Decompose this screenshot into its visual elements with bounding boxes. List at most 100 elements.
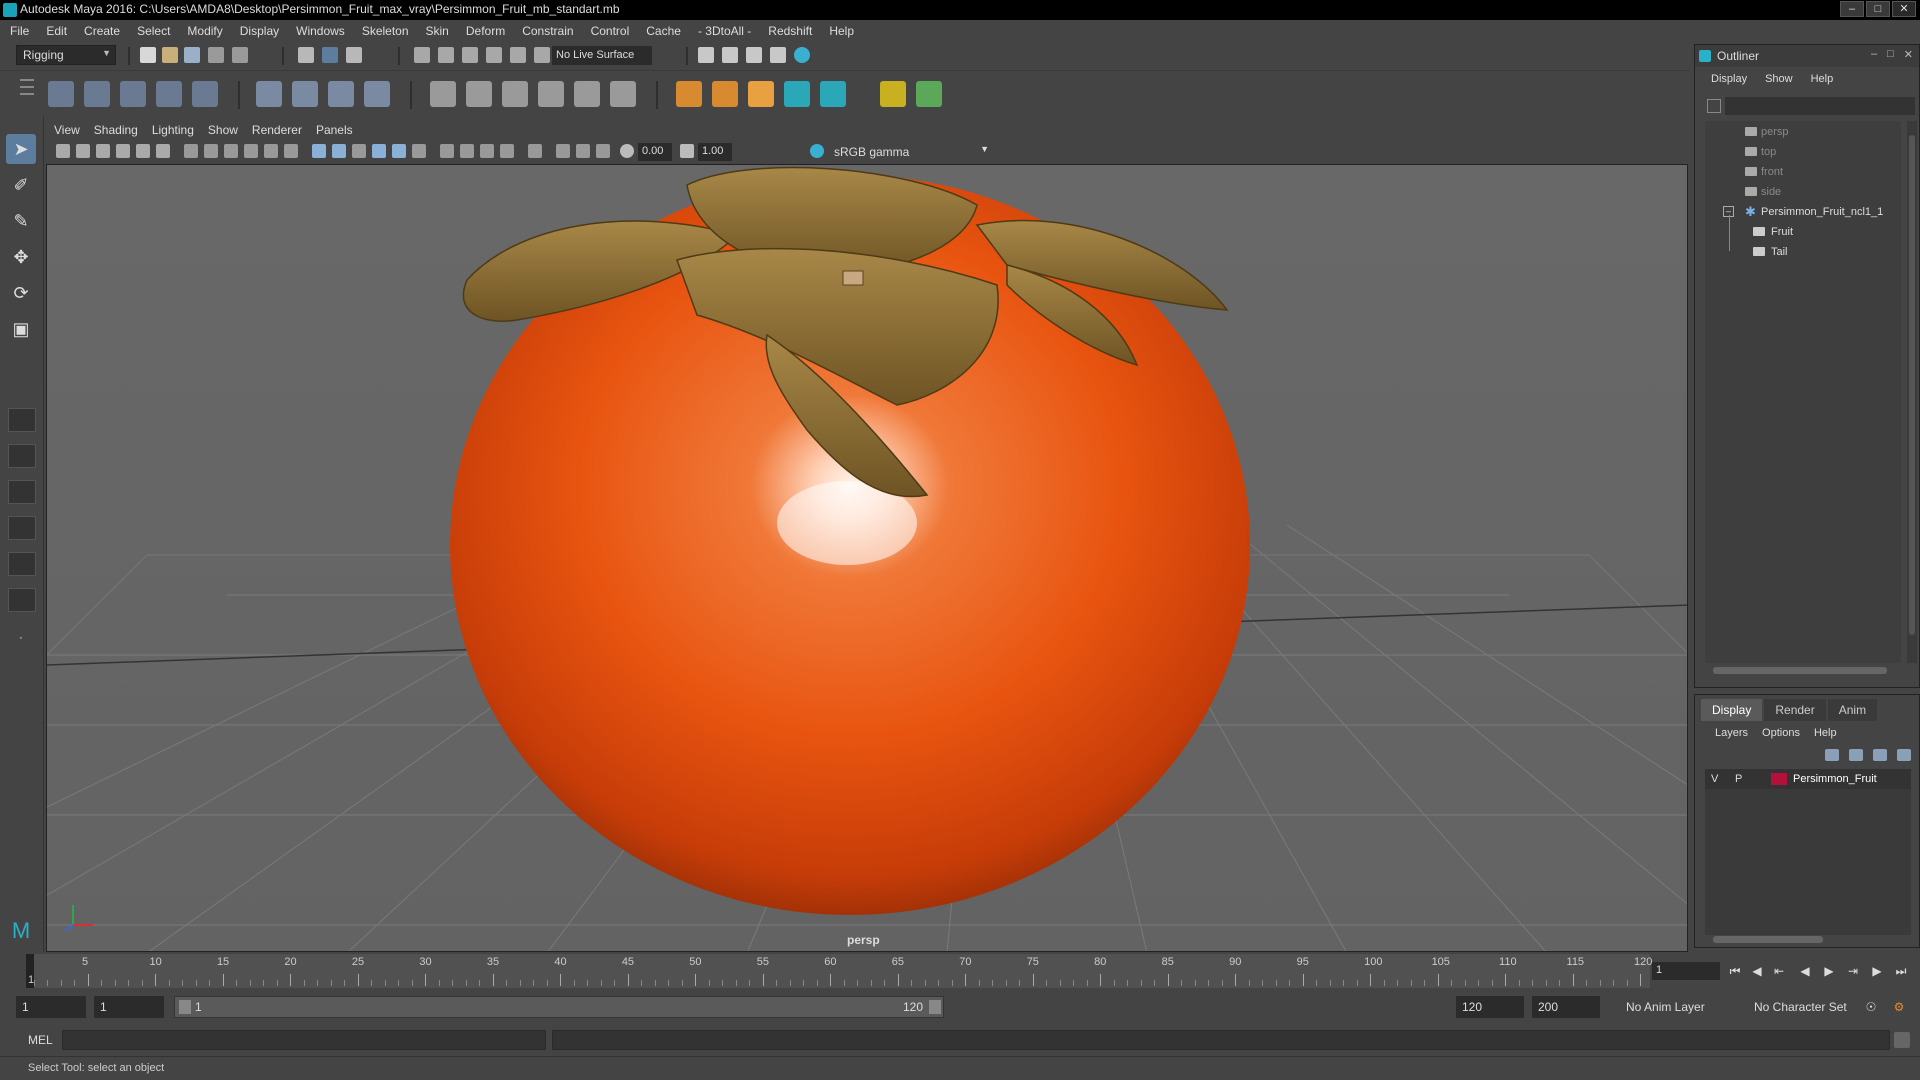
outliner-menu-display[interactable]: Display bbox=[1711, 73, 1747, 91]
outliner-item-top[interactable]: top bbox=[1705, 143, 1901, 161]
playback-start-field[interactable]: 1 bbox=[94, 996, 164, 1018]
snap-to-grid-icon[interactable] bbox=[414, 47, 430, 63]
motion-blur-icon[interactable] bbox=[480, 144, 494, 158]
create-layer-from-selection-icon[interactable] bbox=[1897, 749, 1911, 761]
scale-constraint-icon[interactable] bbox=[538, 81, 564, 107]
ipr-render-icon[interactable] bbox=[746, 47, 762, 63]
script-language-toggle[interactable]: MEL bbox=[28, 1033, 53, 1047]
script-editor-icon[interactable] bbox=[1894, 1032, 1910, 1048]
menu-skeleton[interactable]: Skeleton bbox=[362, 24, 409, 38]
hik-definition-icon[interactable] bbox=[820, 81, 846, 107]
move-tool-icon[interactable]: ✥ bbox=[6, 242, 36, 272]
outliner-persp-layout-icon[interactable] bbox=[8, 588, 36, 612]
outliner-item-fruit[interactable]: Fruit bbox=[1705, 215, 1901, 251]
tab-anim[interactable]: Anim bbox=[1827, 699, 1878, 721]
outliner-item-persp[interactable]: persp bbox=[1705, 123, 1901, 141]
minimize-button[interactable]: – bbox=[1840, 1, 1864, 17]
go-to-start-icon[interactable]: ⏮ bbox=[1726, 962, 1744, 980]
menu-constrain[interactable]: Constrain bbox=[522, 24, 573, 38]
isolate-select-icon[interactable] bbox=[528, 144, 542, 158]
menu-redshift[interactable]: Redshift bbox=[768, 24, 812, 38]
parent-constraint-icon[interactable] bbox=[430, 81, 456, 107]
animation-preferences-icon[interactable]: ⚙ bbox=[1890, 998, 1908, 1016]
move-layer-up-icon[interactable] bbox=[1825, 749, 1839, 761]
pole-vector-constraint-icon[interactable] bbox=[610, 81, 636, 107]
command-input[interactable] bbox=[62, 1030, 546, 1050]
step-forward-frame-icon[interactable]: ⇥ bbox=[1844, 962, 1862, 980]
grid-icon[interactable] bbox=[184, 144, 198, 158]
maximize-icon[interactable]: □ bbox=[1887, 48, 1894, 61]
time-ruler[interactable]: 1 5 10 15 20 25 30 35 40 45 50 55 60 65 70 75 80 85 90 95 1… bbox=[26, 954, 1652, 988]
outliner-menu-help[interactable]: Help bbox=[1811, 73, 1834, 91]
panel-menu-panels[interactable]: Panels bbox=[316, 123, 353, 137]
snap-to-view-plane-icon[interactable] bbox=[486, 47, 502, 63]
save-scene-icon[interactable] bbox=[184, 47, 200, 63]
layer-menu-layers[interactable]: Layers bbox=[1715, 727, 1748, 739]
live-surface-field[interactable]: No Live Surface bbox=[552, 46, 652, 65]
create-ik-fk-icon[interactable] bbox=[712, 81, 738, 107]
point-constraint-icon[interactable] bbox=[466, 81, 492, 107]
playback-end-field[interactable]: 120 bbox=[1456, 996, 1524, 1018]
outliner-menu-show[interactable]: Show bbox=[1765, 73, 1793, 91]
range-end-handle[interactable] bbox=[929, 1000, 941, 1014]
menu-display[interactable]: Display bbox=[240, 24, 279, 38]
close-icon[interactable]: ✕ bbox=[1904, 48, 1913, 61]
layer-menu-options[interactable]: Options bbox=[1762, 727, 1800, 739]
insert-joint-icon[interactable] bbox=[156, 81, 182, 107]
range-slider-bar[interactable]: 1 120 bbox=[174, 996, 944, 1018]
open-scene-icon[interactable] bbox=[162, 47, 178, 63]
select-tool-icon[interactable]: ➤ bbox=[6, 134, 36, 164]
gate-mask-icon[interactable] bbox=[244, 144, 258, 158]
menu-file[interactable]: File bbox=[10, 24, 29, 38]
layer-playback-toggle[interactable]: P bbox=[1735, 773, 1742, 785]
lattice-icon[interactable] bbox=[328, 81, 354, 107]
use-default-material-icon[interactable] bbox=[352, 144, 366, 158]
scale-tool-icon[interactable]: ▣ bbox=[6, 314, 36, 344]
play-backwards-icon[interactable]: ◀ bbox=[1796, 962, 1814, 980]
textured-icon[interactable] bbox=[392, 144, 406, 158]
bind-skin-icon[interactable] bbox=[256, 81, 282, 107]
snap-together-icon[interactable] bbox=[534, 47, 550, 63]
make-live-icon[interactable] bbox=[510, 47, 526, 63]
anim-layer-dropdown[interactable]: No Anim Layer bbox=[1620, 996, 1740, 1018]
ik-spline-handle-icon[interactable] bbox=[120, 81, 146, 107]
persp-graph-layout-icon[interactable] bbox=[8, 516, 36, 540]
menu-skin[interactable]: Skin bbox=[426, 24, 449, 38]
safe-action-icon[interactable] bbox=[284, 144, 298, 158]
character-set-dropdown[interactable]: No Character Set bbox=[1748, 996, 1856, 1018]
maximize-button[interactable]: □ bbox=[1866, 1, 1890, 17]
lasso-tool-icon[interactable]: ✐ bbox=[6, 170, 36, 200]
outliner-item-side[interactable]: side bbox=[1705, 183, 1901, 201]
menu-cache[interactable]: Cache bbox=[646, 24, 681, 38]
menu-set-dropdown[interactable]: Rigging ▼ bbox=[16, 45, 116, 65]
mirror-joint-icon[interactable] bbox=[748, 81, 774, 107]
scrollbar-thumb[interactable] bbox=[1909, 135, 1915, 635]
close-button[interactable]: ✕ bbox=[1892, 1, 1916, 17]
smooth-shade-icon[interactable] bbox=[332, 144, 346, 158]
render-settings-icon[interactable] bbox=[698, 47, 714, 63]
current-frame-field[interactable]: 1 bbox=[1652, 962, 1720, 980]
animation-end-field[interactable]: 200 bbox=[1532, 996, 1600, 1018]
minimize-icon[interactable]: – bbox=[1871, 48, 1877, 61]
ik-handle-icon[interactable] bbox=[84, 81, 110, 107]
step-back-key-icon[interactable]: ◀ bbox=[1748, 962, 1766, 980]
xray-joints-icon[interactable] bbox=[596, 144, 610, 158]
perspective-viewport[interactable]: persp bbox=[46, 164, 1688, 952]
persp-outliner-layout-icon[interactable] bbox=[8, 480, 36, 504]
hypershade-icon[interactable] bbox=[794, 47, 810, 63]
four-view-layout-icon[interactable] bbox=[8, 444, 36, 468]
paint-select-tool-icon[interactable]: ✎ bbox=[6, 206, 36, 236]
layer-menu-help[interactable]: Help bbox=[1814, 727, 1837, 739]
two-d-pan-zoom-icon[interactable] bbox=[136, 144, 150, 158]
range-start-handle[interactable] bbox=[179, 1000, 191, 1014]
outliner-vertical-scrollbar[interactable] bbox=[1907, 121, 1917, 663]
paint-weights-icon[interactable] bbox=[292, 81, 318, 107]
persp-graph-hypergraph-layout-icon[interactable] bbox=[8, 552, 36, 576]
panel-menu-shading[interactable]: Shading bbox=[94, 123, 138, 137]
xray-icon[interactable] bbox=[556, 144, 570, 158]
go-to-end-icon[interactable]: ⏭ bbox=[1892, 962, 1910, 980]
scrollbar-thumb[interactable] bbox=[1713, 936, 1823, 943]
menu-help[interactable]: Help bbox=[829, 24, 854, 38]
outliner-item-tail[interactable]: Tail bbox=[1705, 243, 1901, 261]
scrollbar-thumb[interactable] bbox=[1713, 667, 1887, 674]
